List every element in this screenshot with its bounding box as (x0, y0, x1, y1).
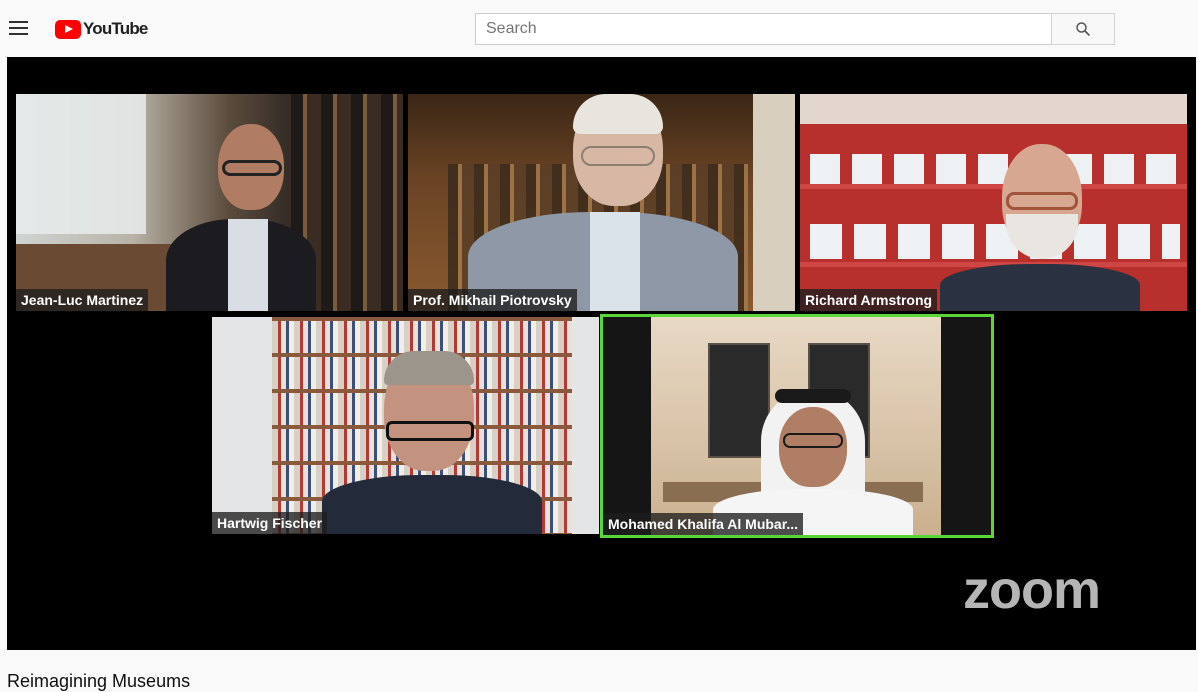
participant-name-label: Jean-Luc Martinez (16, 289, 149, 311)
participant-name-label: Mohamed Khalifa Al Mubar... (603, 513, 804, 535)
participant-tile: Prof. Mikhail Piotrovsky (408, 94, 795, 311)
youtube-play-icon (55, 19, 81, 39)
video-player[interactable]: Jean-Luc Martinez Prof. Mikhail Piotrovs… (7, 57, 1196, 650)
participant-tile-active: Mohamed Khalifa Al Mubar... (600, 314, 994, 538)
participant-tile: Hartwig Fischer (212, 317, 599, 534)
participant-video-person (166, 124, 316, 311)
search-icon (1076, 22, 1090, 36)
search-bar (475, 13, 1115, 45)
video-title: Reimagining Museums (7, 671, 191, 691)
masthead: YouTube (0, 0, 1198, 57)
participant-name-label: Hartwig Fischer (212, 512, 328, 534)
participant-video-person (322, 351, 542, 534)
youtube-logo-text: YouTube (83, 19, 148, 38)
hamburger-menu-icon[interactable] (9, 21, 29, 37)
participant-name-label: Prof. Mikhail Piotrovsky (408, 289, 577, 311)
participant-video-person (468, 94, 738, 311)
participant-tile: Richard Armstrong (800, 94, 1187, 311)
participant-name-label: Richard Armstrong (800, 289, 938, 311)
participant-tile: Jean-Luc Martinez (16, 94, 403, 311)
participant-video-person (940, 144, 1140, 311)
search-button[interactable] (1051, 13, 1115, 45)
search-input[interactable] (475, 13, 1051, 45)
youtube-logo[interactable]: YouTube (55, 18, 148, 40)
zoom-watermark: zoom (963, 560, 1101, 620)
